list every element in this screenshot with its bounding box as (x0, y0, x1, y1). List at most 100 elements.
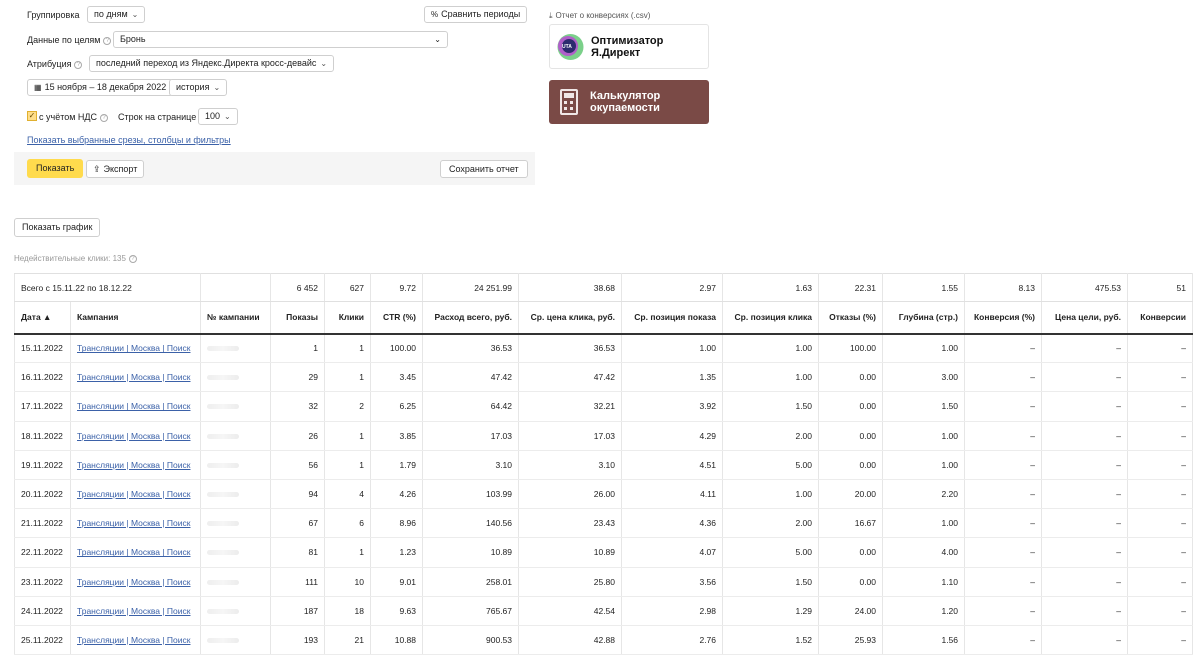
table-cell: – (964, 479, 1043, 510)
campaign-link[interactable]: Трансляции | Москва | Поиск (70, 362, 202, 393)
table-cell: 36.53 (422, 333, 520, 364)
roi-calculator-card[interactable]: Калькулятор окупаемости (549, 80, 709, 124)
table-cell: 94 (270, 479, 326, 510)
table-cell: 4 (324, 479, 372, 510)
table-cell: 0.00 (818, 450, 884, 480)
table-cell: 67 (270, 508, 326, 539)
calculator-title: Калькулятор окупаемости (590, 90, 660, 114)
table-cell: – (1041, 537, 1129, 568)
table-cell: 0.00 (818, 567, 884, 597)
totals-cell: 22.31 (818, 273, 884, 302)
table-header-row: Дата ▲ Кампания № кампании Показы Клики CTR (… (14, 301, 1194, 335)
table-cell: – (1127, 596, 1194, 626)
table-cell: 0.00 (818, 362, 884, 393)
campaign-link[interactable]: Трансляции | Москва | Поиск (70, 421, 202, 451)
help-icon[interactable]: ? (128, 254, 137, 263)
table-cell: 2.98 (621, 596, 724, 626)
table-cell: 4.29 (621, 421, 724, 451)
column-header[interactable]: Кампания (70, 301, 202, 335)
table-cell: 4.26 (370, 479, 424, 510)
help-icon[interactable]: ? (100, 113, 109, 122)
table-cell: 1 (324, 333, 372, 364)
table-row: 19.11.2022 Трансляции | Москва | Поиск 56 1… (14, 450, 1194, 480)
grouping-select[interactable]: по дням ⌄ (87, 6, 146, 23)
table-cell: 25.80 (518, 567, 623, 597)
table-cell: 10 (324, 567, 372, 597)
help-icon[interactable]: ? (103, 36, 112, 45)
upload-icon: ⇪ (93, 164, 101, 174)
table-cell: 56 (270, 450, 326, 480)
campaign-link[interactable]: Трансляции | Москва | Поиск (70, 508, 202, 539)
column-header[interactable]: Ср. цена клика, руб. (518, 301, 623, 335)
column-header[interactable]: Цена цели, руб. (1041, 301, 1129, 335)
campaign-id-cell (200, 450, 272, 480)
campaign-link[interactable]: Трансляции | Москва | Поиск (70, 596, 202, 626)
campaign-link[interactable]: Трансляции | Москва | Поиск (70, 537, 202, 568)
campaign-id-cell (200, 421, 272, 451)
table-cell: 3.56 (621, 567, 724, 597)
column-header[interactable]: № кампании (200, 301, 272, 335)
save-report-button[interactable]: Сохранить отчет (440, 160, 528, 178)
column-header[interactable]: Показы (270, 301, 326, 335)
date-range-picker[interactable]: ▦ 15 ноября – 18 декабря 2022 (27, 79, 174, 96)
table-cell: 0.00 (818, 537, 884, 568)
campaign-link[interactable]: Трансляции | Москва | Поиск (70, 391, 202, 422)
column-header[interactable]: Отказы (%) (818, 301, 884, 335)
campaign-id-cell (200, 479, 272, 510)
totals-cell: 627 (324, 273, 372, 302)
rows-per-page-select[interactable]: 100 ⌄ (198, 108, 238, 125)
table-cell: 1.00 (621, 333, 724, 364)
table-cell: 4.36 (621, 508, 724, 539)
show-filters-link[interactable]: Показать выбранные срезы, столбцы и филь… (27, 135, 231, 145)
sort-date-header[interactable]: Дата ▲ (14, 301, 71, 335)
show-button[interactable]: Показать (27, 159, 84, 178)
column-header[interactable]: Клики (324, 301, 372, 335)
table-cell: 1.35 (621, 362, 724, 393)
table-cell: 1.00 (722, 479, 820, 510)
campaign-link[interactable]: Трансляции | Москва | Поиск (70, 567, 202, 597)
table-cell: 23.43 (518, 508, 623, 539)
column-header[interactable]: Расход всего, руб. (422, 301, 520, 335)
redacted-value (207, 433, 240, 439)
column-header[interactable]: Ср. позиция клика (722, 301, 820, 335)
column-header[interactable]: Глубина (стр.) (882, 301, 966, 335)
campaign-link[interactable]: Трансляции | Москва | Поиск (70, 333, 202, 364)
table-cell: 5.00 (722, 450, 820, 480)
table-cell: 26.00 (518, 479, 623, 510)
campaign-link[interactable]: Трансляции | Москва | Поиск (70, 450, 202, 480)
campaign-link[interactable]: Трансляции | Москва | Поиск (70, 625, 202, 656)
table-cell: 1 (324, 421, 372, 451)
goals-select[interactable]: Бронь ⌄ (113, 31, 448, 48)
column-header[interactable]: Конверсии (1127, 301, 1194, 335)
csv-report-link[interactable]: ⤓ Отчет о конверсиях (.csv) (549, 11, 650, 21)
invalid-clicks-text: Недействительные клики: 135 (14, 254, 126, 263)
table-row: 16.11.2022 Трансляции | Москва | Поиск 29 1… (14, 362, 1194, 393)
table-cell: 10.88 (370, 625, 424, 656)
table-cell: – (964, 537, 1043, 568)
column-header[interactable]: Конверсия (%) (964, 301, 1043, 335)
campaign-id-cell (200, 596, 272, 626)
table-cell: 1.50 (722, 567, 820, 597)
export-button[interactable]: ⇪ Экспорт (86, 160, 145, 178)
table-cell: 20.00 (818, 479, 884, 510)
table-cell: 258.01 (422, 567, 520, 597)
redacted-value (207, 375, 240, 381)
table-cell: 21 (324, 625, 372, 656)
column-header[interactable]: CTR (%) (370, 301, 424, 335)
campaign-link[interactable]: Трансляции | Москва | Поиск (70, 479, 202, 510)
date-cell: 16.11.2022 (14, 362, 71, 393)
table-cell: 765.67 (422, 596, 520, 626)
table-cell: 3.85 (370, 421, 424, 451)
show-chart-button[interactable]: Показать график (14, 218, 101, 237)
compare-periods-button[interactable]: % Сравнить периоды (424, 6, 528, 23)
vat-checkbox[interactable]: ✓ (27, 111, 37, 121)
column-header[interactable]: Ср. позиция показа (621, 301, 724, 335)
help-icon[interactable]: ? (74, 60, 83, 69)
campaign-id-cell (200, 508, 272, 539)
report-settings-panel: Группировка по дням ⌄ % Сравнить периоды Д… (14, 0, 535, 185)
table-row: 25.11.2022 Трансляции | Москва | Поиск 193… (14, 625, 1194, 656)
optimizer-promo-card[interactable]: UTA Оптимизатор Я.Директ (549, 24, 709, 69)
table-cell: – (1127, 479, 1194, 510)
attribution-select[interactable]: последний переход из Яндекс.Директа крос… (89, 55, 335, 72)
history-button[interactable]: история ⌄ (169, 79, 228, 96)
